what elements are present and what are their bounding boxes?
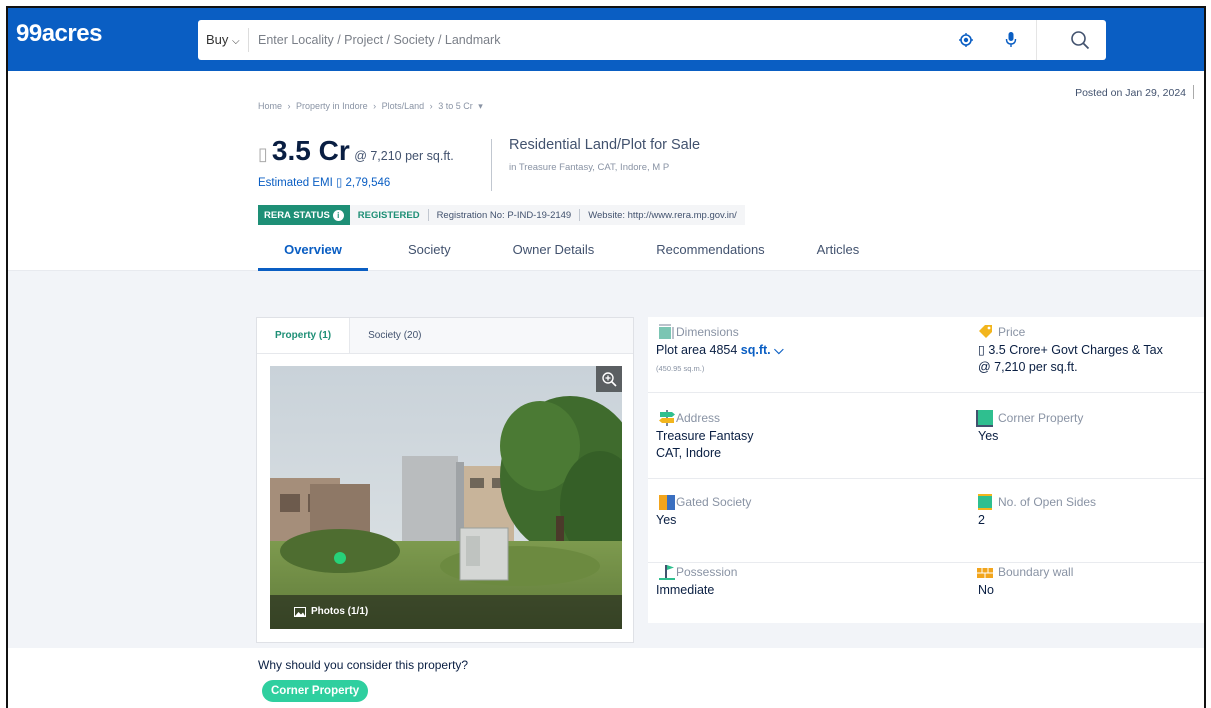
gallery-tab-property[interactable]: Property (1) <box>257 318 351 353</box>
section-tabs: Overview Society Owner Details Recommend… <box>258 241 869 271</box>
rera-website[interactable]: Website: http://www.rera.mp.gov.in/ <box>579 209 745 221</box>
detail-boundary-wall: Boundary wall No <box>928 557 1204 633</box>
search-divider-2 <box>1036 20 1037 60</box>
address-label: Address <box>676 411 721 425</box>
flag-icon <box>659 565 675 580</box>
rera-registered: REGISTERED <box>357 209 420 221</box>
buy-dropdown[interactable]: Buy ⌵ <box>206 32 240 47</box>
possession-label: Possession <box>676 565 738 579</box>
browser-frame: 99acres Buy ⌵ Enter Locality / Project /… <box>6 6 1206 708</box>
tab-society[interactable]: Society <box>398 241 461 271</box>
chevron-down-icon: ⌵ <box>774 343 784 357</box>
detail-possession: Possession Immediate <box>648 557 928 633</box>
dimensions-value: Plot area 4854 sq.ft. ⌵ (450.95 sq.m.) <box>656 342 784 377</box>
gated-society-value: Yes <box>656 513 677 527</box>
rera-status-badge[interactable]: RERA STATUS i <box>258 205 350 225</box>
chevron-down-icon[interactable]: ▾ <box>478 101 483 111</box>
dimensions-sqm: (450.95 sq.m.) <box>656 364 705 373</box>
corner-property-value: Yes <box>978 429 999 443</box>
search-input[interactable] <box>258 29 938 51</box>
price-label: Price <box>998 325 1026 339</box>
tab-owner-details[interactable]: Owner Details <box>503 241 605 271</box>
why-consider-heading: Why should you consider this property? <box>258 658 469 672</box>
estimated-emi-link[interactable]: Estimated EMI ▯ 2,79,546 <box>258 175 390 189</box>
corner-icon <box>976 410 993 427</box>
search-icon[interactable] <box>1070 30 1090 50</box>
site-logo[interactable]: 99acres <box>16 20 102 48</box>
signpost-icon <box>659 410 675 426</box>
address-value: Treasure Fantasy CAT, Indore <box>656 429 754 460</box>
gallery-tabs: Property (1) Society (20) <box>257 318 633 354</box>
rera-registration-number: Registration No: P-IND-19-2149 <box>427 209 580 221</box>
property-details-grid: Dimensions Plot area 4854 sq.ft. ⌵ (450.… <box>648 317 1204 623</box>
price-amount: ▯ 3.5 Cr <box>258 135 350 166</box>
rera-strip: RERA STATUS i REGISTERED Registration No… <box>258 205 745 225</box>
price-per-sqft-detail: @ 7,210 per sq.ft. <box>978 360 1078 374</box>
open-sides-label: No. of Open Sides <box>998 495 1097 509</box>
corner-property-label: Corner Property <box>998 411 1084 425</box>
tab-recommendations[interactable]: Recommendations <box>646 241 774 271</box>
posted-divider <box>1193 85 1194 99</box>
wall-icon <box>977 568 993 578</box>
breadcrumb-separator: › <box>429 101 433 111</box>
microphone-icon[interactable] <box>1004 31 1018 49</box>
price-value: ▯ 3.5 Crore+ Govt Charges & Tax @ 7,210 … <box>978 343 1163 374</box>
zoom-in-icon[interactable] <box>596 366 622 392</box>
breadcrumb-home[interactable]: Home <box>258 101 282 111</box>
breadcrumb-budget[interactable]: 3 to 5 Cr <box>438 101 473 111</box>
breadcrumb-city[interactable]: Property in Indore <box>296 101 368 111</box>
price-per-sqft: @ 7,210 per sq.ft. <box>354 149 454 163</box>
buy-dropdown-label: Buy <box>206 32 229 47</box>
open-sides-value: 2 <box>978 513 985 527</box>
photo-gallery-card: Property (1) Society (20) Photos (1/1) <box>256 317 634 643</box>
highlight-chip-corner-property[interactable]: Corner Property <box>262 680 369 702</box>
property-header: Posted on Jan 29, 2024 Home › Property i… <box>8 71 1204 271</box>
tab-overview[interactable]: Overview <box>258 241 368 271</box>
locate-me-icon[interactable] <box>959 33 973 47</box>
tab-articles[interactable]: Articles <box>807 241 870 271</box>
detail-gated-society: Gated Society Yes <box>648 487 928 563</box>
top-navbar: 99acres Buy ⌵ <box>8 8 1204 71</box>
gated-society-label: Gated Society <box>676 495 752 509</box>
breadcrumb-type[interactable]: Plots/Land <box>382 101 425 111</box>
dimensions-icon <box>659 324 674 339</box>
gallery-tab-society[interactable]: Society (20) <box>350 318 439 353</box>
breadcrumb-separator: › <box>287 101 291 111</box>
open-sides-icon <box>978 494 992 510</box>
breadcrumb-separator: › <box>373 101 377 111</box>
posted-date: Posted on Jan 29, 2024 <box>1075 87 1186 99</box>
detail-price: Price ▯ 3.5 Crore+ Govt Charges & Tax @ … <box>928 317 1204 393</box>
rupee-icon: ▯ <box>258 144 268 164</box>
listing-title: Residential Land/Plot for Sale <box>509 137 701 153</box>
possession-value: Immediate <box>656 583 715 597</box>
photos-count-button[interactable]: Photos (1/1) <box>294 606 368 617</box>
detail-open-sides: No. of Open Sides 2 <box>928 487 1204 563</box>
dimensions-label: Dimensions <box>676 325 739 339</box>
property-photo[interactable]: Photos (1/1) <box>270 366 622 629</box>
listing-location: in Treasure Fantasy, CAT, Indore, M P <box>509 162 670 173</box>
boundary-wall-label: Boundary wall <box>998 565 1074 579</box>
search-bar: Buy ⌵ <box>198 20 1106 60</box>
photo-caption-bar: Photos (1/1) <box>270 595 622 629</box>
image-icon <box>294 606 306 617</box>
search-divider <box>248 28 249 52</box>
boundary-wall-value: No <box>978 583 994 597</box>
price-tag-icon <box>979 325 992 338</box>
detail-address: Address Treasure Fantasy CAT, Indore <box>648 403 928 479</box>
why-section <box>8 648 1204 708</box>
chevron-down-icon: ⌵ <box>232 36 240 47</box>
info-icon[interactable]: i <box>332 209 344 221</box>
breadcrumb: Home › Property in Indore › Plots/Land ›… <box>258 101 486 112</box>
detail-corner-property: Corner Property Yes <box>928 403 1204 479</box>
header-divider <box>491 139 492 191</box>
unit-dropdown[interactable]: sq.ft. ⌵ <box>741 343 784 357</box>
price-block: ▯ 3.5 Cr @ 7,210 per sq.ft. <box>258 135 454 167</box>
detail-dimensions: Dimensions Plot area 4854 sq.ft. ⌵ (450.… <box>648 317 928 393</box>
property-photo-image <box>270 366 622 629</box>
gate-icon <box>659 495 675 510</box>
